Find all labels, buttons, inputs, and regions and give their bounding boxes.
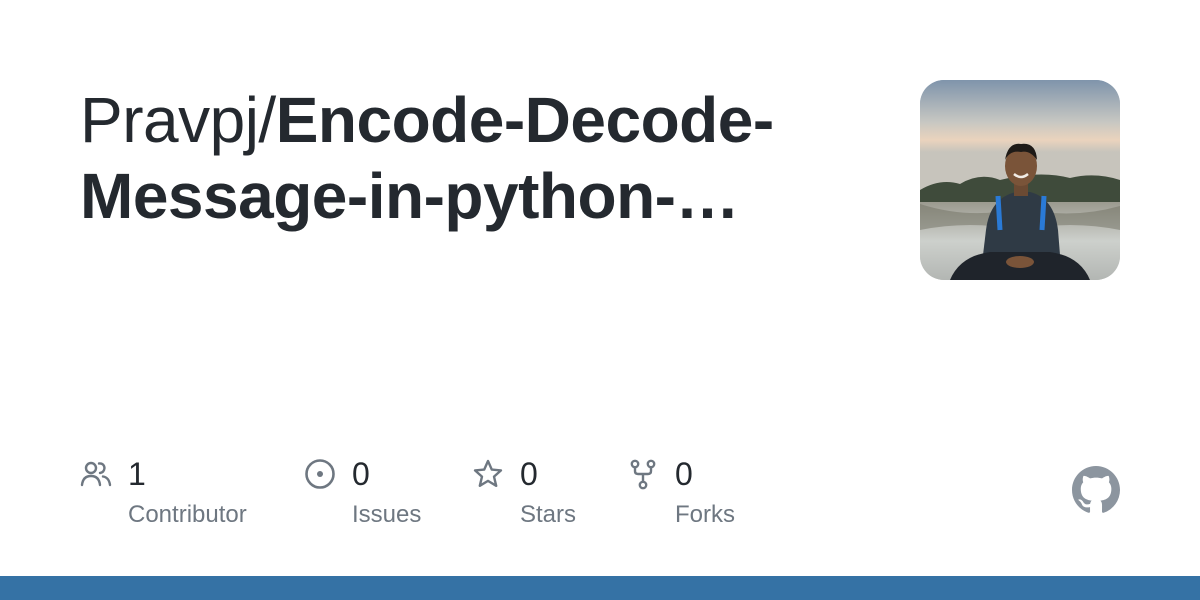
forks-count: 0 [675,456,693,492]
star-icon [473,459,503,487]
contributors-count: 1 [128,456,146,492]
stars-label: Stars [520,501,577,528]
people-icon [80,461,112,487]
issues-label: Issues [352,501,422,528]
contributors-label: Contributor [128,501,247,528]
issues-count: 0 [352,456,370,492]
repo-name-line1: Encode-Decode- [275,84,774,156]
repo-forked-icon [630,459,656,490]
forks-label: Forks [675,501,735,528]
avatar-photo [920,80,1120,280]
repo-owner: Pravpj/ [80,84,276,156]
owner-avatar [920,80,1120,280]
stars-count: 0 [520,456,538,492]
issue-opened-icon [305,459,335,489]
language-color-bar [0,576,1200,600]
repo-title: Pravpj/Encode-Decode- Message-in-python-… [80,82,860,234]
github-mark-icon[interactable] [1072,466,1120,514]
repo-name-line2: Message-in-python-… [80,160,739,232]
